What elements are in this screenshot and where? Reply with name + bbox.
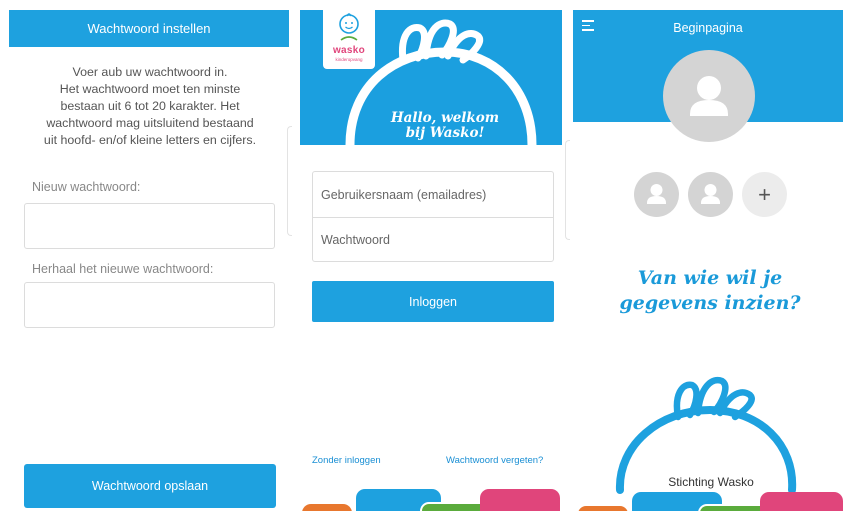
mascot-illustration (615, 376, 797, 494)
welcome-heading: Hallo, welkom bij Wasko! (390, 110, 500, 141)
orange-tile[interactable] (578, 506, 628, 511)
user-icon (690, 76, 728, 116)
profile-avatar[interactable] (688, 172, 733, 217)
user-icon (701, 184, 720, 204)
pink-tile[interactable] (760, 492, 843, 511)
new-password-label: Nieuw wachtwoord: (32, 180, 141, 194)
plus-icon: + (758, 181, 771, 207)
forgot-password-link[interactable]: Wachtwoord vergeten? (446, 455, 543, 466)
logo-text: wasko (332, 45, 366, 56)
repeat-password-label: Herhaal het nieuwe wachtwoord: (32, 262, 214, 276)
password-instructions: Voer aub uw wachtwoord in. Het wachtwoor… (43, 65, 257, 147)
profile-question: Van wie wil je gegevens inzien? (619, 267, 801, 314)
repeat-password-field[interactable] (24, 282, 275, 328)
wasko-logo: wasko kinderopvang (323, 10, 375, 69)
save-password-button[interactable]: Wachtwoord opslaan (24, 464, 276, 508)
organization-name: Stichting Wasko (668, 475, 754, 489)
page-title: Wachtwoord instellen (9, 10, 289, 47)
selected-profile-avatar[interactable] (663, 50, 755, 142)
password-input[interactable]: Wachtwoord (313, 217, 553, 262)
set-password-screen: Wachtwoord instellen Voer aub uw wachtwo… (0, 0, 292, 511)
login-form: Gebruikersnaam (emailadres) Wachtwoord (312, 171, 554, 262)
username-input[interactable]: Gebruikersnaam (emailadres) (313, 172, 553, 217)
logo-subtext: kinderopvang (335, 57, 363, 62)
profile-avatar[interactable] (634, 172, 679, 217)
add-profile-button[interactable]: + (742, 172, 787, 217)
welcome-banner: wasko kinderopvang Hallo, welkom bij Was… (300, 10, 562, 145)
pink-tile[interactable] (480, 489, 560, 511)
login-screen: wasko kinderopvang Hallo, welkom bij Was… (292, 0, 570, 511)
without-login-link[interactable]: Zonder inloggen (312, 455, 381, 466)
orange-tile[interactable] (302, 504, 352, 511)
page-title: Beginpagina (673, 21, 743, 35)
baby-face-icon (339, 13, 359, 41)
home-screen: Beginpagina + Van wie wil je gegevens in… (570, 0, 843, 511)
login-button[interactable]: Inloggen (312, 281, 554, 322)
new-password-field[interactable] (24, 203, 275, 249)
user-icon (647, 184, 666, 204)
